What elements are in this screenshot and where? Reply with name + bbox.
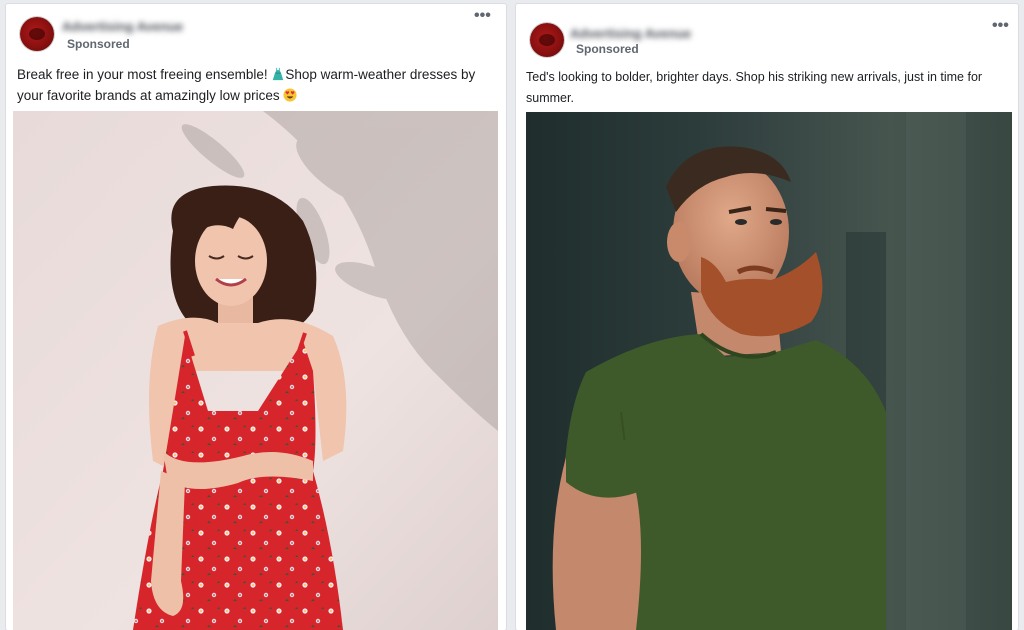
page-avatar[interactable] (530, 23, 564, 57)
caption-text-1: Break free in your most freeing ensemble… (17, 67, 272, 82)
heart-eyes-emoji (283, 88, 297, 102)
post-card-right: Advertising Avenue Sponsored ••• Ted's l… (516, 4, 1018, 630)
sponsored-label[interactable]: Sponsored (576, 42, 639, 56)
page-name[interactable]: Advertising Avenue (62, 19, 183, 34)
page-avatar[interactable] (20, 17, 54, 51)
woman-red-floral-dress-photo[interactable] (13, 111, 498, 630)
post-caption: Break free in your most freeing ensemble… (17, 64, 499, 106)
dress-icon (273, 67, 284, 81)
man-photo-illustration (526, 112, 1012, 630)
page-name[interactable]: Advertising Avenue (570, 26, 691, 41)
woman-photo-illustration (13, 111, 498, 630)
more-options-icon[interactable]: ••• (474, 8, 491, 24)
post-card-left: Advertising Avenue Sponsored ••• Break f… (6, 4, 506, 630)
post-caption: Ted's looking to bolder, brighter days. … (526, 70, 983, 105)
sponsored-label[interactable]: Sponsored (67, 37, 130, 51)
more-options-icon[interactable]: ••• (992, 18, 1009, 34)
bearded-man-green-tshirt-photo[interactable] (526, 112, 1012, 630)
